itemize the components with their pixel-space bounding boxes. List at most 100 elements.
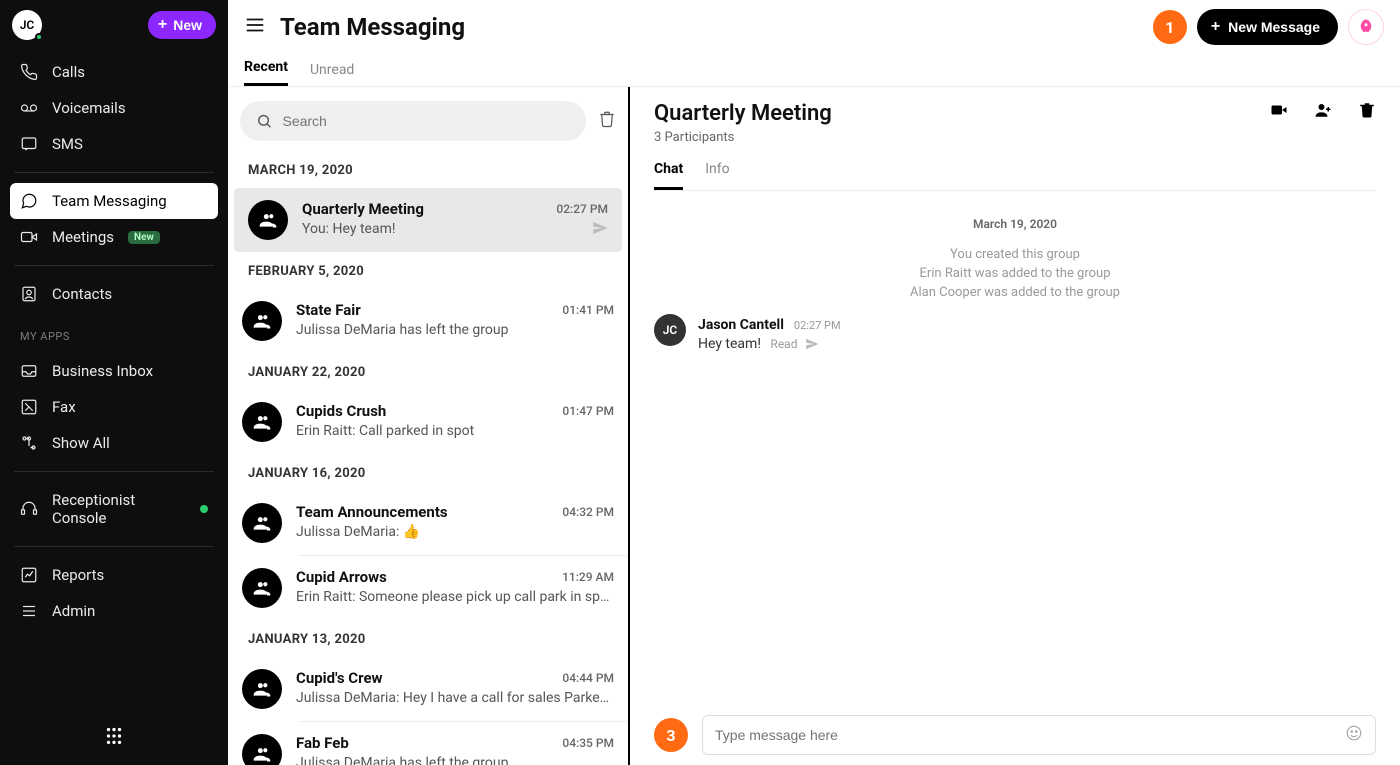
sidebar-label: Fax (52, 398, 76, 416)
sidebar-item-meetings[interactable]: Meetings New (10, 219, 218, 255)
new-button[interactable]: + New (148, 11, 216, 39)
sidebar-label: Admin (52, 602, 95, 620)
user-avatar[interactable]: JC (12, 10, 42, 40)
search-icon (256, 112, 272, 130)
conversation-item[interactable]: Fab Feb04:35 PM Julissa DeMaria has left… (228, 722, 628, 765)
chat-participants: 3 Participants (654, 130, 832, 145)
sidebar-item-team-messaging[interactable]: Team Messaging (10, 183, 218, 219)
sidebar-item-admin[interactable]: Admin (10, 593, 218, 629)
tab-recent[interactable]: Recent (244, 59, 288, 86)
inbox-icon (20, 362, 38, 380)
page-title: Team Messaging (280, 13, 465, 41)
sidebar-label: Contacts (52, 285, 112, 303)
conversation-preview: You: Hey team! (302, 221, 608, 237)
sent-icon (592, 220, 608, 240)
search-field[interactable] (240, 101, 586, 141)
header: Team Messaging 1 + New Message (228, 0, 1400, 55)
sidebar-item-fax[interactable]: Fax (10, 389, 218, 425)
conversation-preview: Erin Raitt: Call parked in spot (296, 423, 614, 439)
system-message: Erin Raitt was added to the group (654, 264, 1376, 283)
conversation-time: 11:29 AM (562, 570, 614, 584)
sidebar-item-reports[interactable]: Reports (10, 557, 218, 593)
view-tabs: Recent Unread (228, 55, 1400, 87)
badge-count: 1 (1165, 18, 1174, 37)
conversation-title: Quarterly Meeting (302, 200, 424, 218)
read-label: Read (770, 337, 797, 351)
sidebar-item-contacts[interactable]: Contacts (10, 276, 218, 312)
divider (14, 265, 214, 266)
date-header: MARCH 19, 2020 (228, 151, 628, 188)
rocket-button[interactable] (1348, 9, 1384, 45)
sidebar-label: SMS (52, 135, 83, 153)
conversation-time: 01:47 PM (562, 404, 614, 418)
add-user-icon (1314, 101, 1332, 119)
conversation-item[interactable]: Cupid Arrows11:29 AM Erin Raitt: Someone… (228, 556, 628, 620)
video-call-button[interactable] (1270, 101, 1288, 123)
sidebar-label: Reports (52, 566, 104, 584)
video-icon (20, 228, 38, 246)
sidebar-item-sms[interactable]: SMS (10, 126, 218, 162)
conversation-item[interactable]: Cupids Crush 01:47 PM Erin Raitt: Call pa… (228, 390, 628, 454)
message-text: Hey team! (698, 336, 761, 352)
search-input[interactable] (282, 113, 570, 129)
conversation-time: 04:32 PM (562, 505, 614, 519)
group-icon (242, 568, 282, 608)
new-badge: New (128, 231, 160, 244)
sidebar-label: Voicemails (52, 99, 126, 117)
conversation-time: 04:44 PM (562, 671, 614, 685)
sidebar-label: Team Messaging (52, 192, 167, 210)
plus-icon: + (1211, 18, 1220, 36)
conversation-title: Cupid's Crew (296, 669, 383, 687)
emoji-button[interactable] (1345, 724, 1363, 746)
conversation-time: 01:41 PM (562, 303, 614, 317)
sidebar-label: Business Inbox (52, 362, 153, 380)
menu-icon (244, 14, 266, 36)
badge-count: 3 (666, 726, 675, 745)
menu-button[interactable] (244, 14, 266, 40)
message-time: 02:27 PM (794, 319, 841, 332)
status-dot-icon (35, 33, 43, 41)
conversation-title: Cupids Crush (296, 402, 386, 420)
new-message-button[interactable]: + New Message (1197, 9, 1338, 45)
date-header: JANUARY 22, 2020 (228, 353, 628, 390)
conversation-item[interactable]: Team Announcements04:32 PM Julissa DeMar… (228, 491, 628, 555)
conversation-title: State Fair (296, 301, 361, 319)
composer-badge[interactable]: 3 (654, 718, 688, 752)
date-header: FEBRUARY 5, 2020 (228, 252, 628, 289)
myapps-heading: MY APPS (0, 316, 228, 349)
message-author: Jason Cantell (698, 317, 784, 333)
chat-tab-chat[interactable]: Chat (654, 161, 683, 190)
composer-input[interactable] (715, 727, 1345, 743)
sidebar: JC + New Calls Voicemails SMS (0, 0, 228, 765)
conversation-preview: Erin Raitt: Someone please pick up call … (296, 589, 614, 605)
rocket-icon (1357, 18, 1375, 36)
conversation-preview: Julissa DeMaria: Hey I have a call for s… (296, 690, 614, 706)
delete-chat-button[interactable] (1358, 101, 1376, 123)
conversation-time: 02:27 PM (556, 202, 608, 216)
conversation-item[interactable]: State Fair01:41 PM Julissa DeMaria has l… (228, 289, 628, 353)
add-participant-button[interactable] (1314, 101, 1332, 123)
group-icon (242, 734, 282, 765)
conversation-preview: Julissa DeMaria has left the group (296, 755, 614, 765)
system-message: You created this group (654, 245, 1376, 264)
conversation-item[interactable]: Quarterly Meeting 02:27 PM You: Hey team! (234, 188, 622, 252)
conversation-title: Fab Feb (296, 734, 349, 752)
avatar-initials: JC (20, 18, 35, 32)
notification-badge[interactable]: 1 (1153, 10, 1187, 44)
sidebar-item-show-all[interactable]: Show All (10, 425, 218, 461)
sidebar-item-receptionist[interactable]: Receptionist Console (10, 482, 218, 536)
tab-unread[interactable]: Unread (310, 62, 354, 86)
message-composer[interactable] (702, 715, 1376, 755)
dialpad-button[interactable] (0, 707, 228, 765)
dialpad-icon (103, 725, 125, 747)
conversation-item[interactable]: Cupid's Crew 04:44 PM Julissa DeMaria: He… (228, 657, 628, 721)
button-label: New Message (1228, 19, 1320, 35)
delete-button[interactable] (598, 110, 616, 132)
sidebar-item-voicemails[interactable]: Voicemails (10, 90, 218, 126)
divider (14, 546, 214, 547)
sidebar-item-calls[interactable]: Calls (10, 54, 218, 90)
chat-tab-info[interactable]: Info (705, 161, 729, 190)
chat-date-label: March 19, 2020 (654, 211, 1376, 245)
group-icon (248, 200, 288, 240)
sidebar-item-business-inbox[interactable]: Business Inbox (10, 353, 218, 389)
